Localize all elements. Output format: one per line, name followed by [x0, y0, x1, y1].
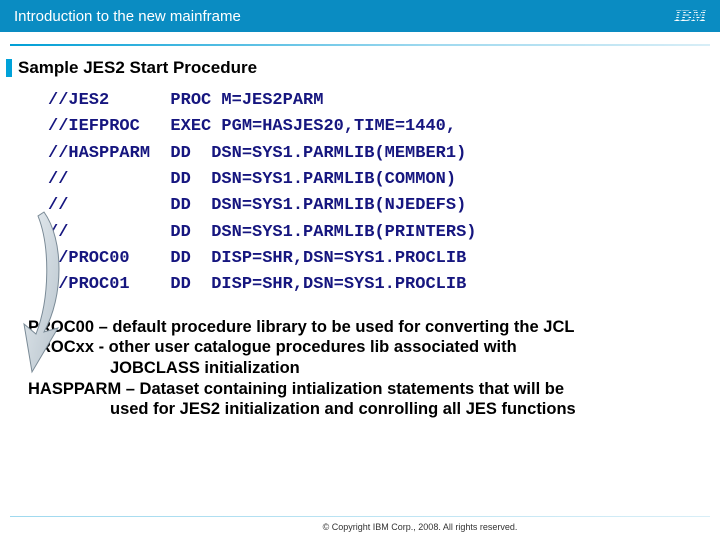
jcl-code-block: //JES2 PROC M=JES2PARM //IEFPROC EXEC PG… — [0, 88, 720, 299]
code-line: // DD DSN=SYS1.PARMLIB(PRINTERS) — [48, 220, 720, 246]
header-title: Introduction to the new mainframe — [14, 8, 241, 25]
note-procxx: PROCxx - other user catalogue procedures… — [28, 337, 692, 358]
ibm-logo: IBM — [674, 4, 706, 28]
slide-title-row: Sample JES2 Start Procedure — [0, 52, 720, 88]
code-line: //IEFPROC EXEC PGM=HASJES20,TIME=1440, — [48, 114, 720, 140]
note-proc00: PROC00 – default procedure library to be… — [28, 317, 692, 338]
header-bar: Introduction to the new mainframe IBM — [0, 0, 720, 32]
copyright-text: © Copyright IBM Corp., 2008. All rights … — [0, 522, 720, 532]
code-line: // DD DSN=SYS1.PARMLIB(NJEDEFS) — [48, 193, 720, 219]
footer: © Copyright IBM Corp., 2008. All rights … — [0, 516, 720, 532]
code-line: //PROC01 DD DISP=SHR,DSN=SYS1.PROCLIB — [48, 272, 720, 298]
code-line: //JES2 PROC M=JES2PARM — [48, 88, 720, 114]
notes-block: PROC00 – default procedure library to be… — [0, 299, 720, 420]
note-haspparm: HASPPARM – Dataset containing intializat… — [28, 379, 692, 400]
code-line: // DD DSN=SYS1.PARMLIB(COMMON) — [48, 167, 720, 193]
slide-title: Sample JES2 Start Procedure — [18, 58, 257, 78]
header-divider — [0, 32, 720, 52]
note-procxx-cont: JOBCLASS initialization — [28, 358, 692, 379]
accent-bar — [6, 59, 12, 77]
code-line: //PROC00 DD DISP=SHR,DSN=SYS1.PROCLIB — [48, 246, 720, 272]
note-haspparm-cont: used for JES2 initialization and conroll… — [28, 399, 692, 420]
footer-divider — [10, 516, 710, 517]
code-line: //HASPPARM DD DSN=SYS1.PARMLIB(MEMBER1) — [48, 141, 720, 167]
